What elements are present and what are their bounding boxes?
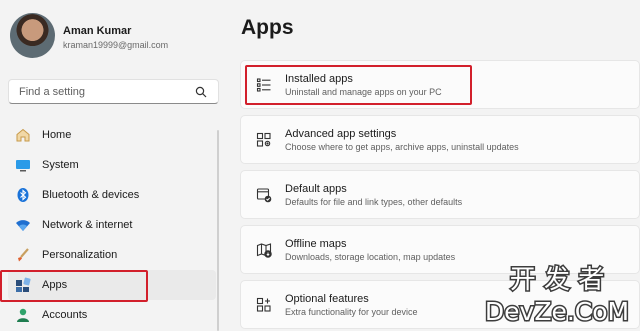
user-name: Aman Kumar [63, 25, 132, 37]
home-icon [15, 127, 31, 143]
watermark-logo: 开 发 者 DevZe.CoM [483, 264, 630, 327]
watermark-line1: 开 发 者 [510, 265, 605, 295]
map-icon [255, 241, 273, 259]
card-title: Optional features [285, 292, 369, 305]
card-title: Advanced app settings [285, 127, 397, 140]
monitor-icon [15, 157, 31, 173]
sidebar-item-home[interactable]: Home [8, 120, 216, 150]
brush-icon [15, 247, 31, 263]
wifi-icon [15, 217, 31, 233]
apps-highlight-box [0, 270, 148, 302]
sidebar-item-bluetooth[interactable]: Bluetooth & devices [8, 180, 216, 210]
watermark-line2: DevZe.CoM [485, 297, 629, 326]
person-icon [15, 307, 31, 323]
sidebar-item-network[interactable]: Network & internet [8, 210, 216, 240]
sidebar-item-label: System [42, 159, 79, 171]
sidebar-item-label: Bluetooth & devices [42, 189, 140, 201]
search-box[interactable] [8, 79, 219, 104]
card-desc: Defaults for file and link types, other … [285, 196, 463, 207]
page-title: Apps [241, 16, 294, 39]
search-input[interactable] [19, 85, 194, 98]
card-advanced-app-settings[interactable]: Advanced app settings Choose where to ge… [240, 115, 640, 164]
search-icon[interactable] [194, 85, 208, 99]
installed-apps-highlight-box [245, 65, 472, 105]
sidebar-item-label: Personalization [42, 249, 118, 261]
sidebar-item-label: Home [42, 129, 72, 141]
sidebar-item-accounts[interactable]: Accounts [8, 300, 216, 330]
card-default-apps[interactable]: Default apps Defaults for file and link … [240, 170, 640, 219]
sidebar-item-label: Network & internet [42, 219, 133, 231]
sidebar-item-system[interactable]: System [8, 150, 216, 180]
avatar[interactable] [10, 13, 55, 58]
card-desc: Downloads, storage location, map updates [285, 251, 456, 262]
optional-features-icon [255, 296, 273, 314]
app-settings-icon [255, 131, 273, 149]
sidebar-item-personalization[interactable]: Personalization [8, 240, 216, 270]
card-desc: Choose where to get apps, archive apps, … [285, 141, 519, 152]
bluetooth-icon [15, 187, 31, 203]
card-desc: Extra functionality for your device [285, 306, 418, 317]
default-apps-icon [255, 186, 273, 204]
card-title: Default apps [285, 182, 347, 195]
card-title: Offline maps [285, 237, 347, 250]
sidebar-scrollbar[interactable] [217, 130, 219, 331]
sidebar-item-label: Accounts [42, 309, 88, 321]
user-email: kraman19999@gmail.com [63, 40, 169, 50]
